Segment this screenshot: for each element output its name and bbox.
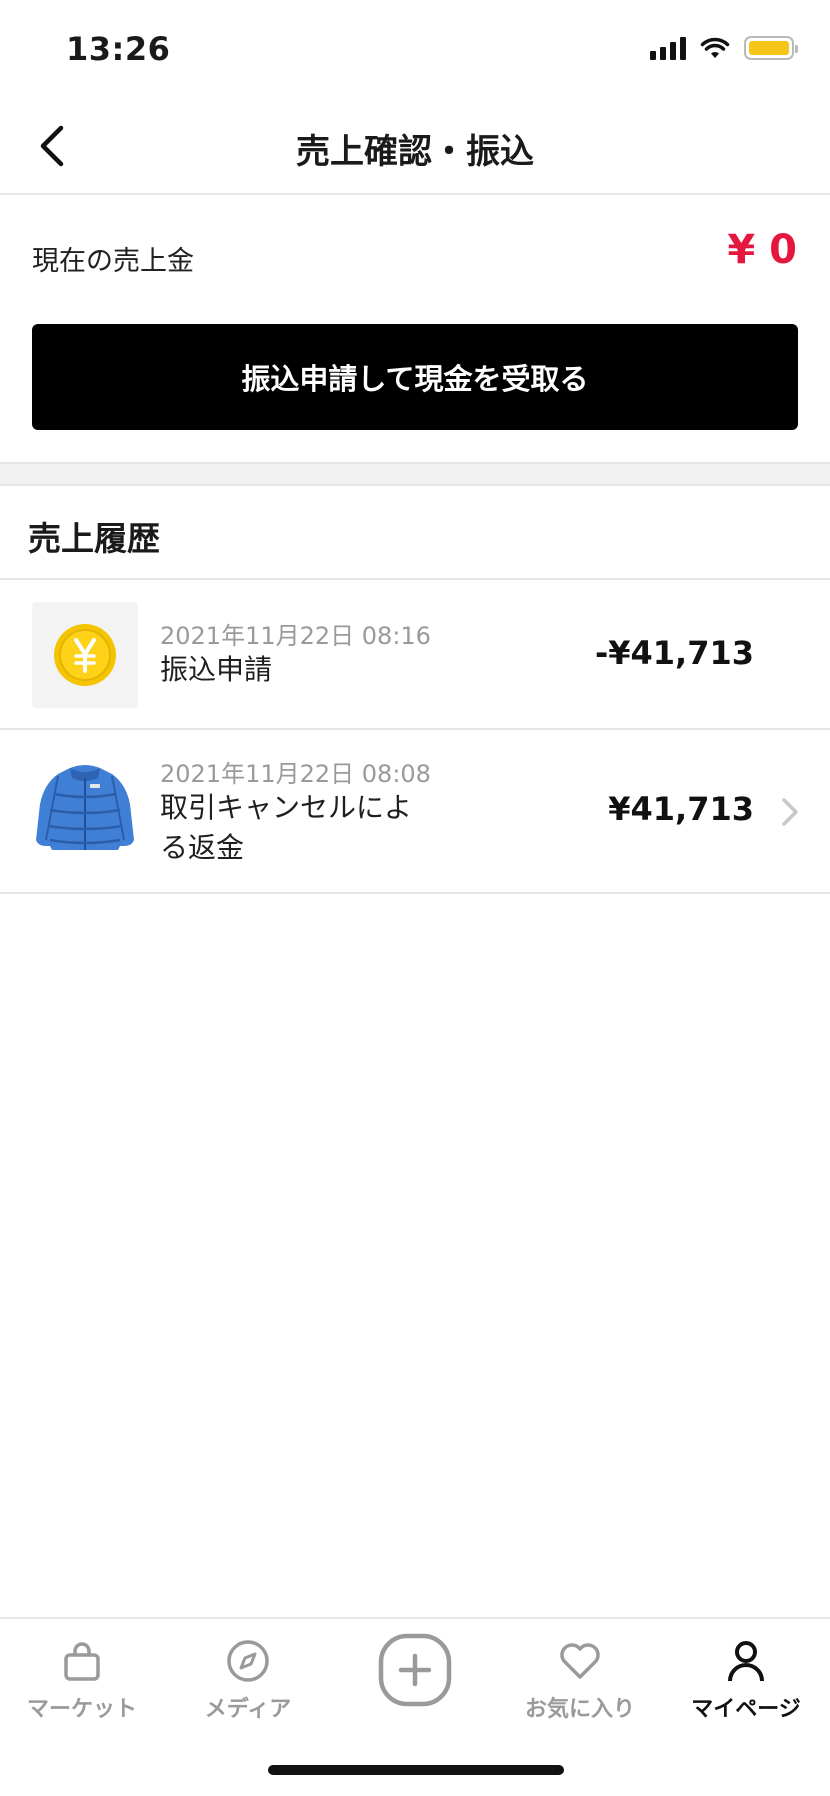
history-header: 売上履歴 (0, 486, 830, 580)
cellular-signal-icon (650, 36, 686, 60)
tab-label: お気に入り (524, 1697, 635, 1722)
nav-header: 売上確認・振込 (0, 100, 830, 195)
history-item-date: 2021年11月22日 08:16 (160, 622, 431, 650)
yen-coin-icon (54, 624, 116, 686)
transfer-request-button[interactable]: 振込申請して現金を受取る (32, 324, 798, 430)
tab-mypage[interactable]: マイページ (676, 1633, 816, 1743)
status-bar: 13:26 (0, 0, 830, 100)
history-item-title: 振込申請 (160, 653, 273, 686)
history-item-amount: ¥41,713 (608, 790, 754, 828)
tab-favorites[interactable]: お気に入り (510, 1633, 650, 1743)
tab-market[interactable]: マーケット (12, 1633, 152, 1743)
add-listing-button[interactable] (378, 1633, 452, 1707)
history-item-date: 2021年11月22日 08:08 (160, 760, 431, 788)
compass-icon (227, 1640, 269, 1682)
balance-label: 現在の売上金 (32, 246, 194, 277)
history-item-transfer: 2021年11月22日 08:16 振込申請 -¥41,713 (0, 580, 830, 730)
person-icon (728, 1641, 764, 1682)
tab-label: マイページ (691, 1697, 801, 1722)
heart-icon (560, 1643, 600, 1679)
balance-amount: ¥ 0 (727, 227, 797, 273)
history-item-title: 取引キャンセルによる返金 (160, 791, 413, 864)
section-divider (0, 462, 830, 486)
chevron-right-icon (782, 798, 798, 826)
blue-puffer-jacket-image (36, 765, 134, 850)
history-item-thumbnail (32, 602, 138, 708)
wifi-icon (700, 37, 730, 58)
tab-label: マーケット (26, 1697, 137, 1722)
plus-circle-icon (378, 1633, 452, 1707)
history-item-refund[interactable]: 2021年11月22日 08:08 取引キャンセルによる返金 ¥41,713 (0, 730, 830, 894)
battery-icon (744, 36, 798, 60)
page-title: 売上確認・振込 (296, 132, 534, 172)
history-title: 売上履歴 (28, 519, 160, 558)
balance-section: 現在の売上金 ¥ 0 振込申請して現金を受取る (0, 197, 830, 462)
history-item-thumbnail (32, 754, 138, 860)
history-item-amount: -¥41,713 (594, 634, 754, 672)
tab-media[interactable]: メディア (178, 1633, 318, 1743)
shopping-bag-icon (64, 1642, 100, 1681)
tab-label: メディア (204, 1697, 292, 1722)
status-time: 13:26 (66, 30, 171, 68)
status-icons (650, 36, 798, 60)
home-indicator (268, 1765, 564, 1775)
